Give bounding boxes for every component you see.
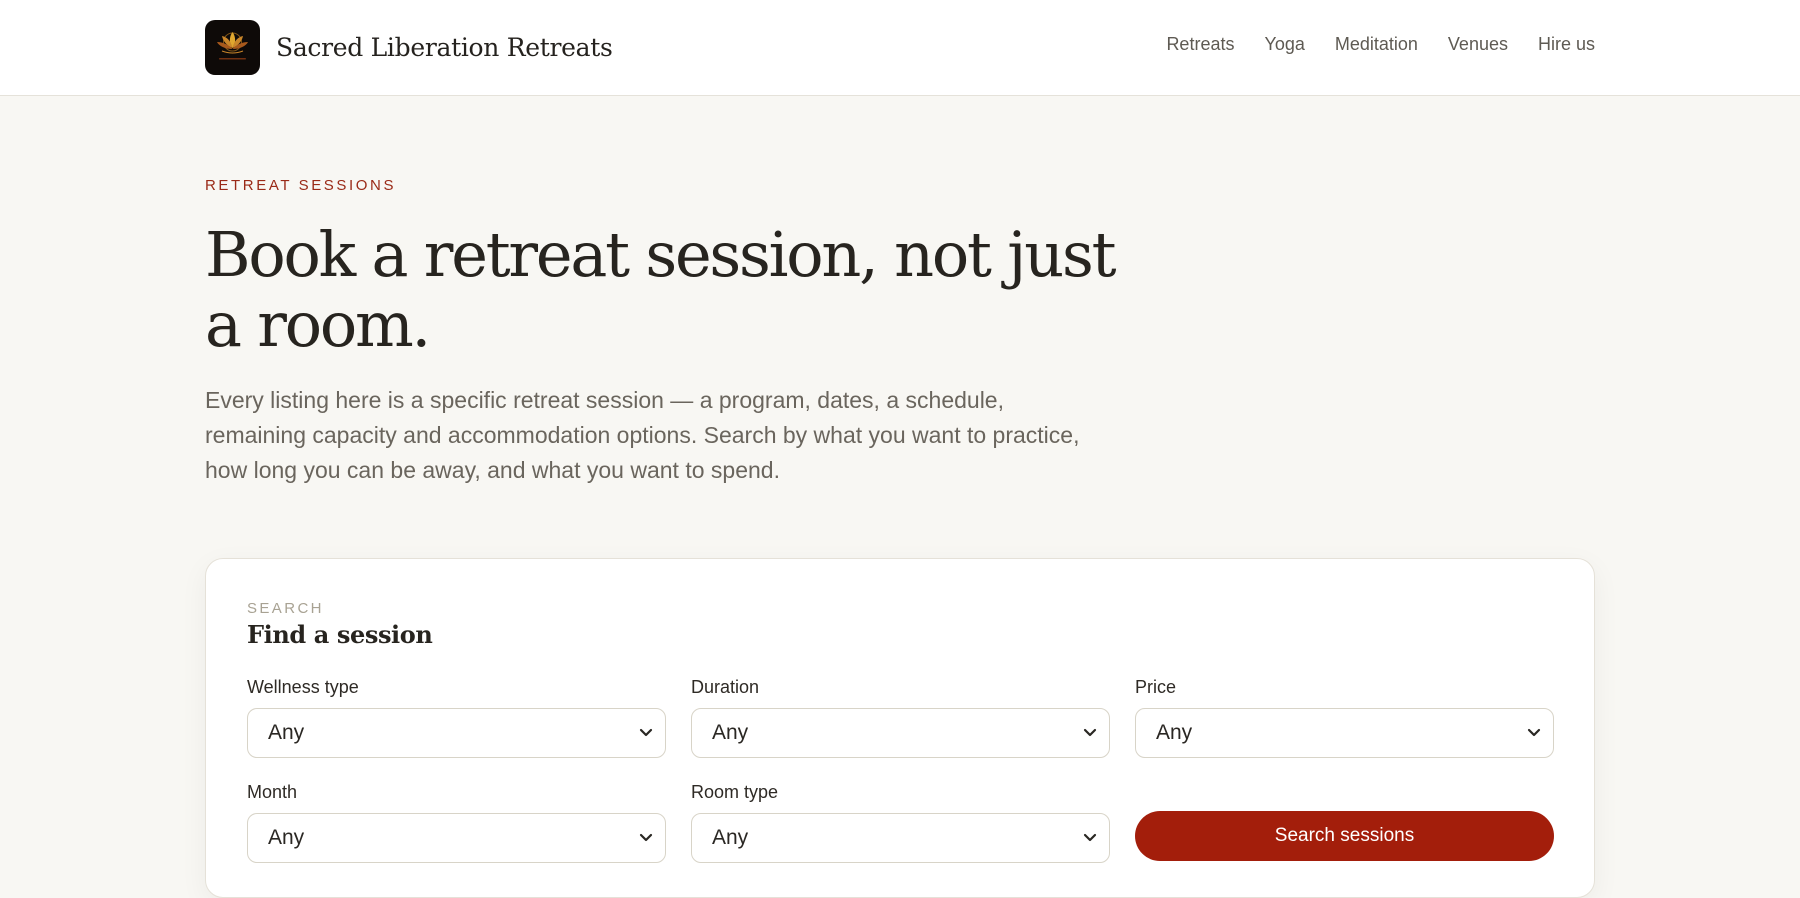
search-card: SEARCH Find a session Wellness type Any …: [205, 558, 1595, 898]
price-field: Price Any: [1135, 677, 1554, 758]
price-value: Any: [1156, 721, 1193, 744]
search-eyebrow: SEARCH: [247, 600, 324, 617]
chevron-down-icon: [1527, 728, 1541, 737]
room-type-field: Room type Any: [691, 782, 1110, 863]
nav-item-venues[interactable]: Venues: [1448, 34, 1508, 55]
price-select[interactable]: Any: [1135, 708, 1554, 758]
wellness-type-field: Wellness type Any: [247, 677, 666, 758]
hero-title: Book a retreat session, not just a room.: [205, 218, 1117, 361]
month-select[interactable]: Any: [247, 813, 666, 863]
month-label: Month: [247, 782, 298, 802]
room-type-value: Any: [712, 826, 749, 849]
room-type-select[interactable]: Any: [691, 813, 1110, 863]
wellness-type-value: Any: [268, 721, 305, 744]
price-label: Price: [1135, 677, 1177, 697]
wellness-type-select[interactable]: Any: [247, 708, 666, 758]
nav-item-meditation[interactable]: Meditation: [1335, 34, 1418, 55]
brand[interactable]: Sacred Liberation Retreats: [205, 20, 613, 75]
duration-field: Duration Any: [691, 677, 1110, 758]
chevron-down-icon: [1083, 728, 1097, 737]
chevron-down-icon: [639, 728, 653, 737]
nav-item-retreats[interactable]: Retreats: [1166, 34, 1234, 55]
wellness-type-label: Wellness type: [247, 677, 359, 697]
brand-name[interactable]: Sacred Liberation Retreats: [276, 33, 613, 62]
nav-item-yoga[interactable]: Yoga: [1264, 34, 1304, 55]
chevron-down-icon: [639, 833, 653, 842]
chevron-down-icon: [1083, 833, 1097, 842]
main-nav: Retreats Yoga Meditation Venues Hire us: [1166, 34, 1595, 55]
lotus-icon: [205, 20, 260, 75]
hero-eyebrow: RETREAT SESSIONS: [205, 177, 397, 194]
room-type-label: Room type: [691, 782, 779, 802]
site-header: Sacred Liberation Retreats Retreats Yoga…: [0, 0, 1800, 96]
month-field: Month Any: [247, 782, 666, 863]
search-sessions-button[interactable]: Search sessions: [1135, 811, 1554, 861]
month-value: Any: [268, 826, 305, 849]
duration-label: Duration: [691, 677, 760, 697]
hero-description: Every listing here is a specific retreat…: [205, 387, 1080, 483]
nav-item-hire-us[interactable]: Hire us: [1538, 34, 1595, 55]
duration-value: Any: [712, 721, 749, 744]
duration-select[interactable]: Any: [691, 708, 1110, 758]
search-title: Find a session: [247, 620, 433, 649]
